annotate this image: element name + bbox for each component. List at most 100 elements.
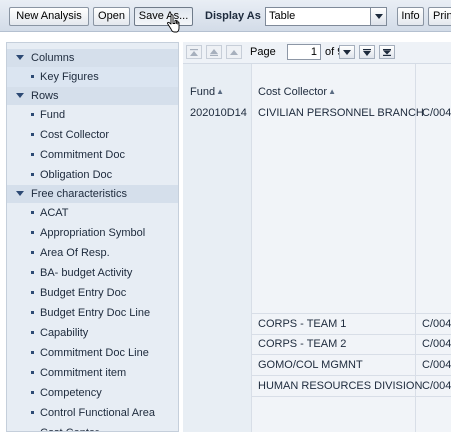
collapse-triangle-icon[interactable] <box>16 93 24 98</box>
open-button[interactable]: Open <box>93 7 130 26</box>
nav-item-budget-entry-doc[interactable]: Budget Entry Doc <box>7 283 178 303</box>
chevron-down-icon[interactable] <box>370 8 386 25</box>
bullet-icon <box>31 311 34 314</box>
nav-item-label: Cost Collector <box>40 129 110 141</box>
display-as-select[interactable]: Table <box>265 7 387 26</box>
info-button[interactable]: Info <box>397 7 424 26</box>
bullet-icon <box>31 351 34 354</box>
bullet-icon <box>31 271 34 274</box>
pager-bar: Page 1 of 9 <box>183 42 451 64</box>
nav-section-label: Free characteristics <box>31 188 127 200</box>
nav-section-label: Rows <box>31 90 59 102</box>
nav-item-label: Key Figures <box>40 71 99 83</box>
nav-section-rows[interactable]: Rows <box>7 87 178 105</box>
table-cell-cost-collector: HUMAN RESOURCES DIVISION <box>258 380 423 392</box>
sort-icon[interactable]: ▲ <box>216 87 224 96</box>
nav-item-label: Commitment Doc <box>40 149 125 161</box>
last-page-button[interactable] <box>379 45 395 59</box>
nav-item-appropriation-symbol[interactable]: Appropriation Symbol <box>7 223 178 243</box>
nav-item-label: Competency <box>40 387 102 399</box>
bullet-icon <box>31 133 34 136</box>
column-divider <box>251 64 252 432</box>
nav-item-label: Obligation Doc <box>40 169 113 181</box>
table-cell-col3: C/004 <box>422 359 451 371</box>
table-cell-col3: C/004 <box>422 107 451 119</box>
nav-item-label: Cost Center <box>40 423 99 431</box>
bullet-icon <box>31 211 34 214</box>
row-divider <box>252 313 451 314</box>
row-divider <box>252 375 451 376</box>
nav-item-label: Capability <box>40 327 89 339</box>
nav-item-label: Commitment Doc Line <box>40 347 149 359</box>
table-cell-col3: C/004 <box>422 380 451 392</box>
nav-section-free-characteristics[interactable]: Free characteristics <box>7 185 178 203</box>
next-block-button[interactable] <box>359 45 375 59</box>
sort-icon[interactable]: ▲ <box>328 87 336 96</box>
bullet-icon <box>31 371 34 374</box>
collapse-triangle-icon[interactable] <box>16 55 24 60</box>
nav-item-cost-collector[interactable]: Cost Collector <box>7 125 178 145</box>
bullet-icon <box>31 411 34 414</box>
nav-item-acat[interactable]: ACAT <box>7 203 178 223</box>
nav-item-commitment-doc-line[interactable]: Commitment Doc Line <box>7 343 178 363</box>
nav-item-commitment-item[interactable]: Commitment item <box>7 363 178 383</box>
nav-item-control-functional-area[interactable]: Control Functional Area <box>7 403 178 423</box>
results-area: Page 1 of 9 Fund▲ Cost Collector▲ 202010… <box>183 42 451 432</box>
print-button[interactable]: Print <box>428 7 451 26</box>
nav-section-columns[interactable]: Columns <box>7 49 178 67</box>
collapse-triangle-icon[interactable] <box>16 191 24 196</box>
next-page-button[interactable] <box>339 45 355 59</box>
column-header-label: Cost Collector <box>258 86 328 98</box>
display-as-value: Table <box>269 10 296 22</box>
nav-item-area-of-resp[interactable]: Area Of Resp. <box>7 243 178 263</box>
nav-item-key-figures[interactable]: Key Figures <box>7 67 178 87</box>
table-cell-fund: 202010D14 <box>190 107 247 119</box>
cost-collector-column-header[interactable]: Cost Collector▲ <box>258 86 336 102</box>
arrow-up-icon <box>230 50 238 55</box>
nav-item-ba-budget-activity[interactable]: BA- budget Activity <box>7 263 178 283</box>
previous-page-button[interactable] <box>226 45 242 59</box>
column-header-label: Fund <box>190 86 216 98</box>
nav-item-commitment-doc[interactable]: Commitment Doc <box>7 145 178 165</box>
bullet-icon <box>31 291 34 294</box>
last-page-icon <box>383 49 391 56</box>
nav-item-budget-entry-doc-line[interactable]: Budget Entry Doc Line <box>7 303 178 323</box>
nav-item-cost-center[interactable]: Cost Center <box>7 423 178 431</box>
bullet-icon <box>31 173 34 176</box>
nav-item-obligation-doc[interactable]: Obligation Doc <box>7 165 178 185</box>
table-cell-cost-collector: CORPS - TEAM 2 <box>258 338 347 350</box>
bullet-icon <box>31 113 34 116</box>
nav-item-label: Appropriation Symbol <box>40 227 146 239</box>
row-divider <box>252 396 451 397</box>
display-as-label: Display As <box>205 10 261 22</box>
first-page-button[interactable] <box>186 45 202 59</box>
nav-item-fund[interactable]: Fund <box>7 105 178 125</box>
bullet-icon <box>31 331 34 334</box>
first-page-icon <box>190 49 198 56</box>
page-number-input[interactable]: 1 <box>287 44 321 60</box>
row-divider <box>252 334 451 335</box>
nav-item-label: Budget Entry Doc Line <box>40 307 151 319</box>
table-cell-col3: C/004 <box>422 318 451 330</box>
hand-cursor-icon <box>167 14 180 33</box>
nav-item-competency[interactable]: Competency <box>7 383 178 403</box>
row-divider <box>252 354 451 355</box>
table-cell-col3: C/004 <box>422 338 451 350</box>
nav-item-label: Area Of Resp. <box>40 247 110 259</box>
arrow-down-icon <box>343 50 351 55</box>
new-analysis-button[interactable]: New Analysis <box>9 7 89 26</box>
nav-item-label: Fund <box>40 109 66 121</box>
page-down-icon <box>363 49 371 56</box>
bullet-icon <box>31 231 34 234</box>
nav-section-label: Columns <box>31 52 75 64</box>
previous-block-button[interactable] <box>206 45 222 59</box>
nav-item-label: BA- budget Activity <box>40 267 133 279</box>
nav-item-capability[interactable]: Capability <box>7 323 178 343</box>
save-as-button[interactable]: Save As... <box>134 7 193 26</box>
nav-item-label: ACAT <box>40 207 69 219</box>
nav-item-label: Budget Entry Doc <box>40 287 127 299</box>
table-cell-cost-collector: CORPS - TEAM 1 <box>258 318 347 330</box>
bullet-icon <box>31 251 34 254</box>
bullet-icon <box>31 153 34 156</box>
fund-column-header[interactable]: Fund▲ <box>190 86 224 102</box>
